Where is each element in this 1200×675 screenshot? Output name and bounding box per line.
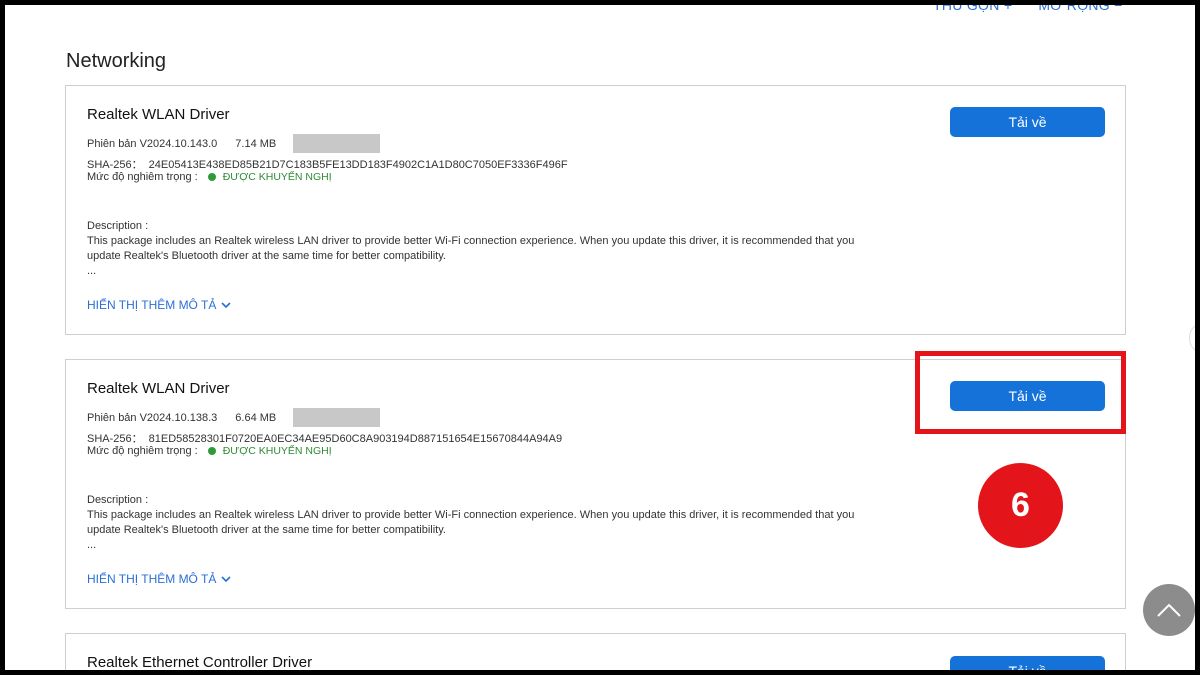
page-frame: THU GỌN + MỞ RỘNG − Networking Realtek W… (5, 5, 1195, 670)
description-ellipsis: ... (87, 539, 97, 551)
redacted-block (293, 134, 381, 153)
show-more-label: HIỂN THỊ THÊM MÔ TẢ (87, 298, 217, 312)
description-line: update Realtek's Bluetooth driver at the… (87, 524, 446, 536)
show-more-link[interactable]: HIỂN THỊ THÊM MÔ TẢ (87, 298, 231, 312)
severity-label: Mức độ nghiêm trọng : (87, 445, 198, 457)
driver-description: Description : This package includes an R… (87, 493, 947, 553)
chevron-down-icon (221, 302, 231, 309)
status-dot-icon (207, 173, 216, 181)
driver-meta: Phiên bản V2024.10.143.0 7.14 MB (87, 134, 381, 153)
driver-title: Realtek Ethernet Controller Driver (87, 654, 313, 670)
driver-title: Realtek WLAN Driver (87, 380, 230, 397)
expand-all-link[interactable]: MỞ RỘNG − (1038, 5, 1122, 13)
driver-card: Realtek WLAN Driver Phiên bản V2024.10.1… (65, 85, 1126, 335)
download-button[interactable]: Tải về (950, 656, 1105, 670)
show-more-link[interactable]: HIỂN THỊ THÊM MÔ TẢ (87, 572, 231, 586)
description-label: Description : (87, 494, 149, 506)
collapse-all-link[interactable]: THU GỌN + (933, 5, 1012, 13)
highlight-annotation-box (915, 351, 1126, 434)
redacted-block (293, 408, 381, 427)
description-line: update Realtek's Bluetooth driver at the… (87, 250, 446, 262)
description-label: Description : (87, 220, 149, 232)
driver-card: Realtek Ethernet Controller Driver Tải v… (65, 633, 1126, 670)
top-links: THU GỌN + MỞ RỘNG − (933, 5, 1123, 13)
severity-label: Mức độ nghiêm trọng : (87, 171, 198, 183)
sha-label: SHA-256： (87, 433, 143, 445)
sha-value: 81ED58528301F0720EA0EC34AE95D60C8A903194… (148, 433, 563, 445)
step-number-badge: 6 (978, 463, 1063, 548)
driver-severity: Mức độ nghiêm trọng : ĐƯỢC KHUYẾN NGHỊ (87, 171, 332, 183)
driver-size: 7.14 MB (235, 137, 277, 150)
scroll-to-top-button[interactable] (1143, 584, 1195, 636)
driver-version: Phiên bản V2024.10.143.0 (87, 137, 218, 150)
severity-level: ĐƯỢC KHUYẾN NGHỊ (222, 445, 332, 457)
status-dot-icon (207, 447, 216, 455)
driver-description: Description : This package includes an R… (87, 219, 947, 279)
driver-sha: SHA-256： 81ED58528301F0720EA0EC34AE95D60C… (87, 430, 562, 446)
description-line: This package includes an Realtek wireles… (87, 509, 855, 521)
chevron-up-icon (1157, 603, 1181, 617)
section-title: Networking (66, 50, 167, 72)
driver-severity: Mức độ nghiêm trọng : ĐƯỢC KHUYẾN NGHỊ (87, 445, 332, 457)
download-button[interactable]: Tải về (950, 107, 1105, 137)
chevron-down-icon (221, 576, 231, 583)
sha-value: 24E05413E438ED85B21D7C183B5FE13DD183F490… (148, 159, 568, 171)
driver-title: Realtek WLAN Driver (87, 106, 230, 123)
description-ellipsis: ... (87, 265, 97, 277)
driver-size: 6.64 MB (235, 411, 277, 424)
side-panel-handle[interactable] (1189, 323, 1195, 353)
show-more-label: HIỂN THỊ THÊM MÔ TẢ (87, 572, 217, 586)
severity-level: ĐƯỢC KHUYẾN NGHỊ (222, 171, 332, 183)
driver-sha: SHA-256： 24E05413E438ED85B21D7C183B5FE13D… (87, 156, 568, 172)
sha-label: SHA-256： (87, 159, 143, 171)
driver-meta: Phiên bản V2024.10.138.3 6.64 MB (87, 408, 381, 427)
description-line: This package includes an Realtek wireles… (87, 235, 855, 247)
driver-version: Phiên bản V2024.10.138.3 (87, 411, 218, 424)
